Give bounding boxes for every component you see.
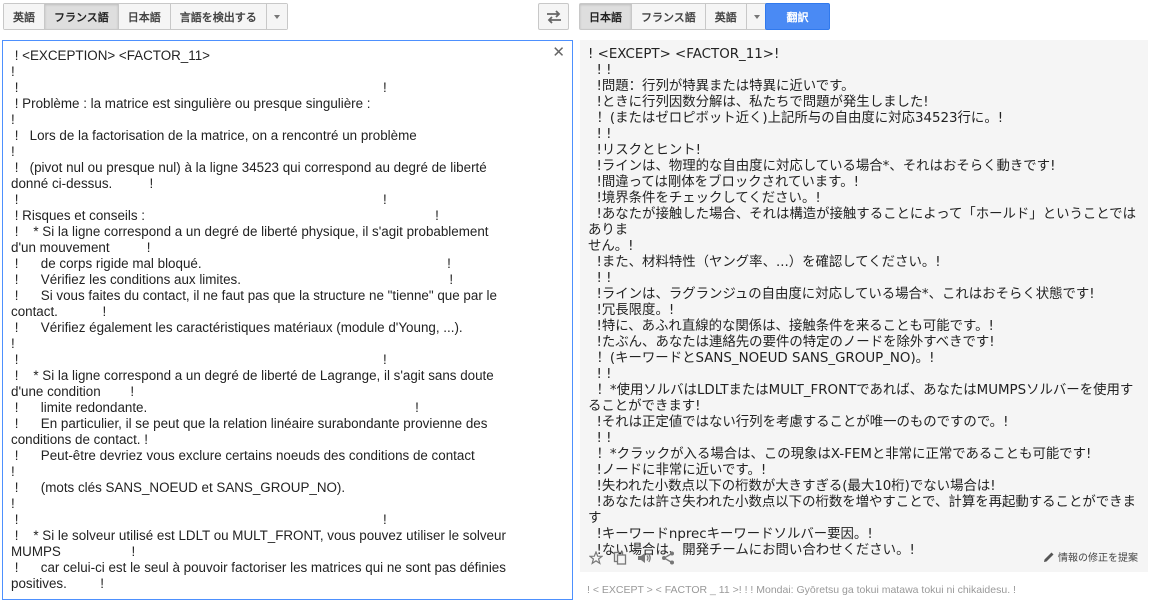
suggest-edit-label: 情報の修正を提案 — [1058, 553, 1138, 564]
chevron-down-icon — [753, 14, 760, 19]
target-lang-japanese[interactable]: 日本語 — [580, 4, 632, 29]
target-language-bar: 日本語 フランス語 英語 — [579, 3, 768, 30]
source-lang-english[interactable]: 英語 — [4, 4, 45, 29]
clear-source-button[interactable]: ✕ — [552, 45, 565, 61]
pencil-icon — [1044, 552, 1054, 562]
target-lang-french[interactable]: フランス語 — [632, 4, 706, 29]
share-icon — [662, 551, 674, 565]
translation-panel: ! <EXCEPT> <FACTOR_11>! ! ! !問題：行列が特異または… — [580, 40, 1148, 572]
source-text-area[interactable]: ! <EXCEPTION> <FACTOR_11> ! ! ! ! Problè… — [2, 40, 573, 600]
star-icon — [589, 551, 603, 565]
listen-button[interactable] — [636, 550, 652, 566]
romanization-text: ! < EXCEPT > < FACTOR _ 11 >! ! ! Mondai… — [587, 584, 1016, 596]
copy-button[interactable] — [612, 550, 628, 566]
copy-icon — [613, 551, 627, 565]
target-lang-english[interactable]: 英語 — [705, 4, 747, 29]
share-button[interactable] — [660, 550, 676, 566]
close-icon: ✕ — [552, 44, 565, 61]
source-text[interactable]: ! <EXCEPTION> <FACTOR_11> ! ! ! ! Problè… — [11, 48, 551, 592]
source-lang-japanese[interactable]: 日本語 — [118, 4, 171, 29]
swap-languages-button[interactable] — [538, 3, 569, 30]
swap-icon — [546, 9, 561, 24]
translation-toolbar — [588, 550, 676, 566]
translate-button[interactable]: 翻訳 — [765, 3, 830, 30]
suggest-edit-link[interactable]: 情報の修正を提案 — [1043, 549, 1138, 564]
chevron-down-icon — [273, 14, 280, 19]
star-button[interactable] — [588, 550, 604, 566]
source-lang-french[interactable]: フランス語 — [45, 4, 119, 29]
source-lang-dropdown[interactable] — [266, 4, 287, 29]
translation-text: ! <EXCEPT> <FACTOR_11>! ! ! !問題：行列が特異または… — [588, 47, 1137, 558]
source-language-bar: 英語 フランス語 日本語 言語を検出する — [3, 3, 288, 30]
speaker-icon — [637, 553, 651, 563]
target-lang-dropdown[interactable] — [746, 4, 767, 29]
source-lang-detect[interactable]: 言語を検出する — [170, 4, 267, 29]
